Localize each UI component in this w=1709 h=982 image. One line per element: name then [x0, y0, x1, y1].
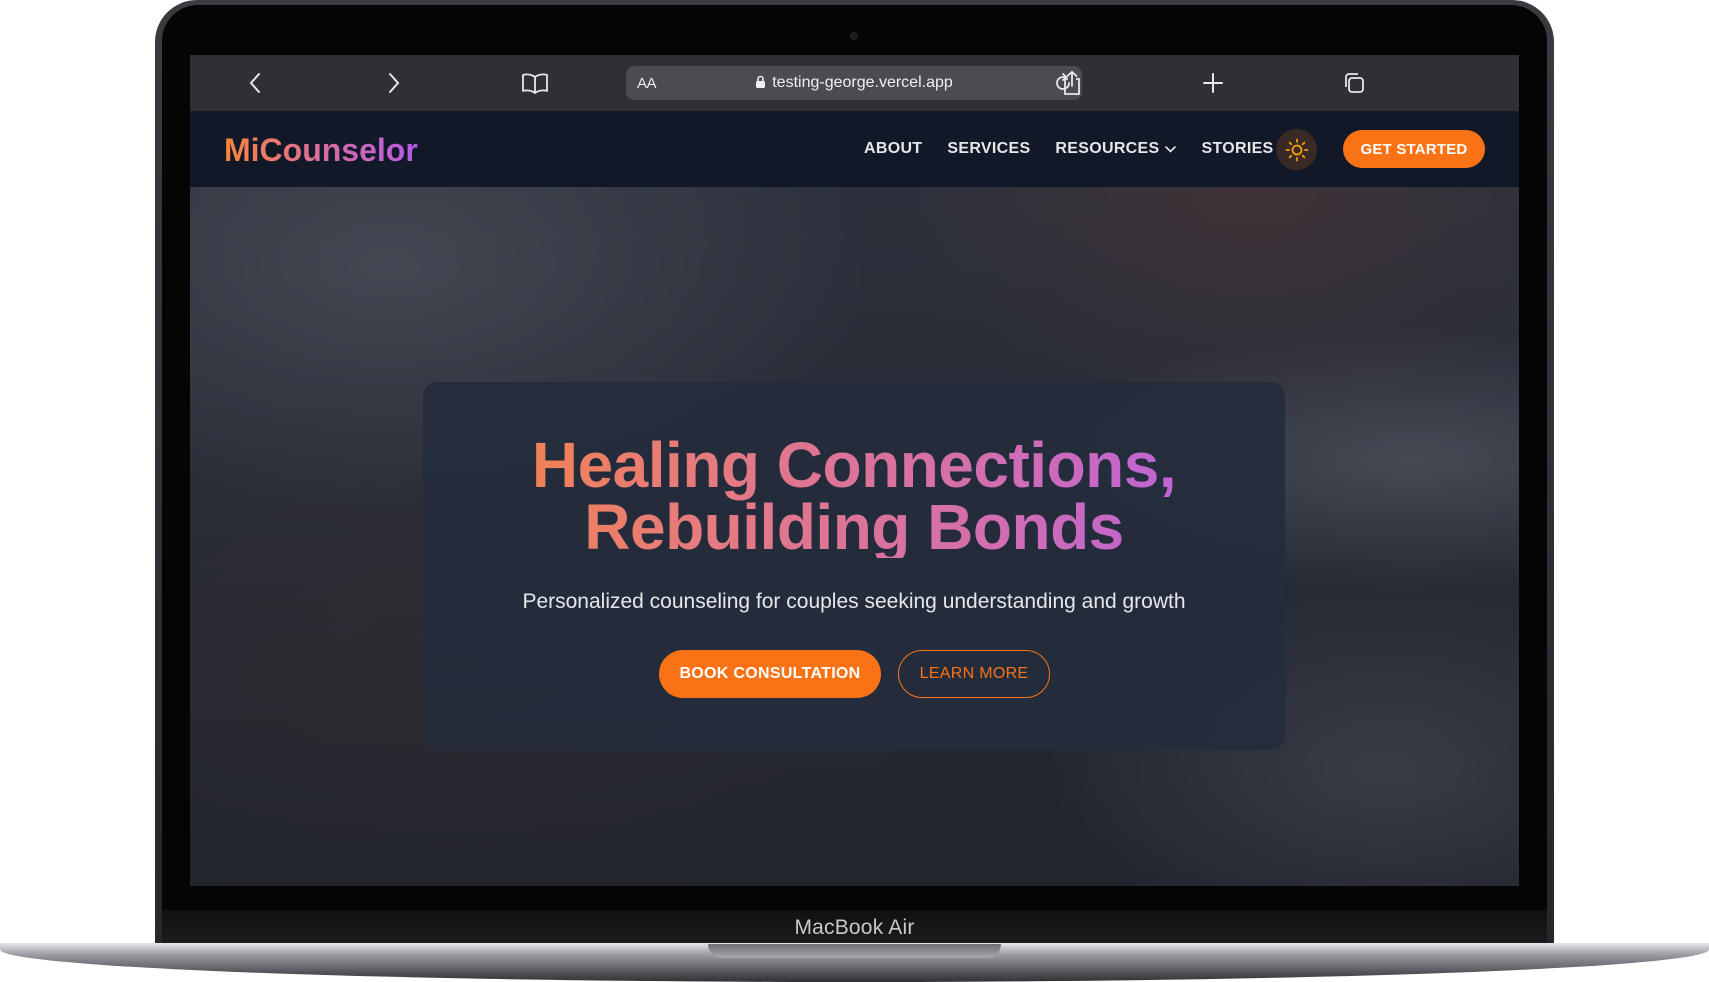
new-tab-icon[interactable] [1199, 69, 1227, 97]
laptop-hinge-notch [708, 944, 1001, 958]
tabs-icon[interactable] [1340, 69, 1368, 97]
browser-toolbar: AA testing-george.vercel.app [190, 55, 1519, 112]
lock-icon [755, 75, 766, 94]
nav-item-stories[interactable]: STORIES [1201, 140, 1273, 158]
get-started-button[interactable]: GET STARTED [1343, 130, 1485, 168]
website: MiCounselor ABOUT SERVICES RESOURCES STO… [190, 112, 1519, 886]
hero-headline-line1: Healing Connections, [531, 429, 1177, 501]
hero-card: Healing Connections, Rebuilding Bonds Pe… [423, 382, 1285, 750]
share-icon[interactable] [1058, 69, 1086, 97]
theme-toggle-button[interactable] [1276, 129, 1317, 170]
device-label: MacBook Air [794, 916, 915, 939]
url-display[interactable]: testing-george.vercel.app [626, 74, 1082, 94]
nav-links: ABOUT SERVICES RESOURCES STORIES [864, 140, 1299, 158]
learn-more-button[interactable]: LEARN MORE [898, 650, 1050, 698]
forward-icon[interactable] [380, 69, 408, 97]
camera-icon [850, 32, 858, 40]
nav-item-resources[interactable]: RESOURCES [1055, 140, 1177, 158]
bookmarks-icon[interactable] [521, 69, 549, 97]
book-consultation-button[interactable]: BOOK CONSULTATION [659, 650, 881, 698]
nav-item-resources-label: RESOURCES [1055, 140, 1160, 157]
nav-item-services[interactable]: SERVICES [947, 140, 1030, 158]
url-text: testing-george.vercel.app [772, 74, 953, 91]
address-bar[interactable]: AA testing-george.vercel.app [626, 66, 1082, 100]
chevron-down-icon [1165, 145, 1177, 153]
site-navbar: MiCounselor ABOUT SERVICES RESOURCES STO… [190, 112, 1519, 187]
site-logo[interactable]: MiCounselor [224, 132, 418, 169]
hero-subtitle: Personalized counseling for couples seek… [522, 590, 1186, 613]
laptop-chin: MacBook Air [162, 910, 1547, 946]
nav-item-about[interactable]: ABOUT [864, 140, 922, 158]
back-icon[interactable] [241, 69, 269, 97]
screen: AA testing-george.vercel.app MiCounselor [190, 55, 1519, 886]
hero-headline-line2: Rebuilding Bonds [584, 491, 1124, 563]
hero-headline: Healing Connections, Rebuilding Bonds [423, 434, 1285, 558]
sun-icon [1285, 138, 1309, 162]
